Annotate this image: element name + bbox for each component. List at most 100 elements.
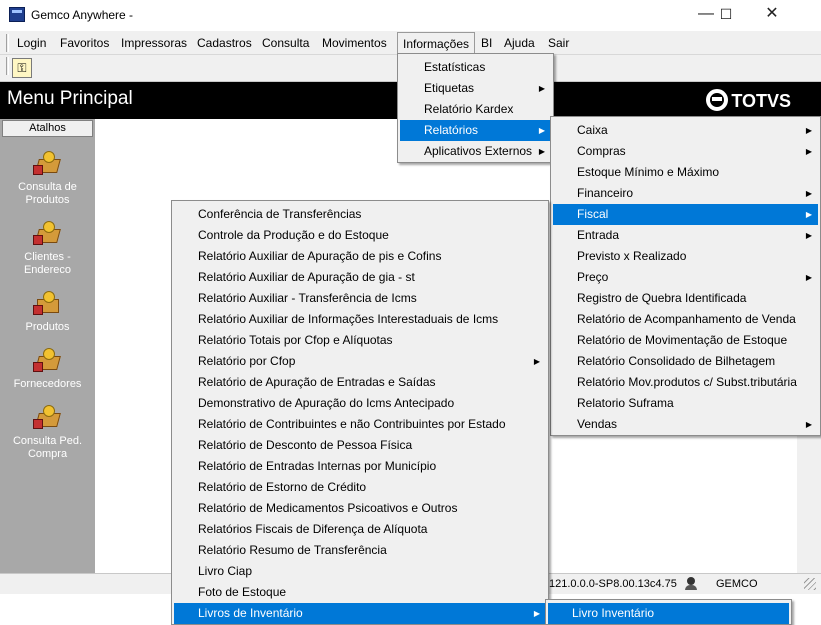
fiscal-menu-item[interactable]: Relatório de Apuração de Entradas e Saíd… — [174, 372, 546, 393]
relatorios-menu-item[interactable]: Fiscal ▶ — [553, 204, 818, 225]
fiscal-menu-item-label: Demonstrativo de Apuração do Icms Anteci… — [198, 396, 455, 410]
menu-sair[interactable]: Sair — [548, 36, 569, 50]
shortcut-consulta-ped-compra[interactable]: Consulta Ped. Compra — [0, 405, 95, 461]
fiscal-menu-item-label: Livro Ciap — [198, 564, 253, 578]
shortcut-fornecedores[interactable]: Fornecedores — [0, 348, 95, 391]
fiscal-menu-item-label: Controle da Produção e do Estoque — [198, 228, 389, 242]
shortcut-consulta-produtos[interactable]: Consulta de Produtos — [0, 151, 95, 207]
informacoes-menu-item[interactable]: Relatórios ▶ — [400, 120, 551, 141]
menu-ajuda[interactable]: Ajuda — [504, 36, 535, 50]
relatorios-menu-item[interactable]: Financeiro ▶ — [553, 183, 818, 204]
shortcut-label: Consulta Ped. Compra — [12, 435, 83, 460]
menu-impressoras[interactable]: Impressoras — [121, 36, 187, 50]
fiscal-menu-item[interactable]: Relatório Totais por Cfop e Alíquotas — [174, 330, 546, 351]
menu-bi[interactable]: BI — [481, 36, 492, 50]
fiscal-menu-item-label: Relatórios Fiscais de Diferença de Alíqu… — [198, 522, 428, 536]
relatorios-menu-item[interactable]: Relatório Mov.produtos c/ Subst.tributár… — [553, 372, 818, 393]
menu-informacoes-popup: Estatísticas Etiquetas ▶ Relatório Kardex Re… — [397, 53, 554, 163]
fiscal-menu-item[interactable]: Conferência de Transferências — [174, 204, 546, 225]
fiscal-menu-item[interactable]: Relatório de Desconto de Pessoa Física — [174, 435, 546, 456]
informacoes-menu-item[interactable]: Etiquetas ▶ — [400, 78, 551, 99]
relatorios-menu-item-label: Caixa — [577, 123, 608, 137]
shortcut-produtos[interactable]: Produtos — [0, 291, 95, 334]
informacoes-menu-item[interactable]: Aplicativos Externos ▶ — [400, 141, 551, 162]
submenu-arrow-icon: ▶ — [533, 609, 540, 618]
relatorios-menu-item-label: Vendas — [577, 417, 618, 431]
relatorios-menu-item[interactable]: Entrada ▶ — [553, 225, 818, 246]
fiscal-menu-item[interactable]: Relatório Auxiliar - Transferência de Ic… — [174, 288, 546, 309]
relatorios-menu-item[interactable]: Relatório de Movimentação de Estoque — [553, 330, 818, 351]
relatorios-menu-item[interactable]: Preço ▶ — [553, 267, 818, 288]
relatorios-menu-item[interactable]: Compras ▶ — [553, 141, 818, 162]
informacoes-menu-item-label: Aplicativos Externos — [424, 144, 533, 158]
fiscal-menu-item[interactable]: Relatório de Medicamentos Psicoativos e … — [174, 498, 546, 519]
fiscal-menu-item[interactable]: Relatório Auxiliar de Apuração de gia - … — [174, 267, 546, 288]
fiscal-menu-item[interactable]: Relatório Auxiliar de Informações Intere… — [174, 309, 546, 330]
key-icon[interactable]: ⚿ — [12, 58, 32, 78]
window-title: Gemco Anywhere - — [31, 8, 134, 22]
shortcut-label: Consulta de Produtos — [18, 181, 77, 206]
relatorios-menu-item[interactable]: Relatorio Suframa — [553, 393, 818, 414]
fiscal-menu-item[interactable]: Demonstrativo de Apuração do Icms Anteci… — [174, 393, 546, 414]
fiscal-menu-item[interactable]: Relatório Resumo de Transferência — [174, 540, 546, 561]
fiscal-menu-item-label: Relatório por Cfop — [198, 354, 296, 368]
relatorios-menu-item-label: Preço — [577, 270, 609, 284]
relatorios-menu-item[interactable]: Estoque Mínimo e Máximo — [553, 162, 818, 183]
menu-movimentos[interactable]: Movimentos — [322, 36, 387, 50]
livros-menu-item[interactable]: Livro Inventário — [548, 603, 789, 624]
submenu-arrow-icon: ▶ — [533, 357, 540, 366]
resize-grip[interactable] — [804, 578, 816, 590]
maximize-button[interactable]: ☐ — [703, 0, 749, 30]
menu-cadastros[interactable]: Cadastros — [197, 36, 252, 50]
fiscal-menu-item[interactable]: Controle da Produção e do Estoque — [174, 225, 546, 246]
menu-login[interactable]: Login — [17, 36, 46, 50]
menu-relatorios-popup: Caixa ▶ Compras ▶ Estoque Mínimo e Máximo Fin… — [550, 116, 821, 436]
shortcut-clientes-endereco[interactable]: Clientes - Endereco — [0, 221, 95, 277]
menu-favoritos[interactable]: Favoritos — [60, 36, 109, 50]
relatorios-menu-item[interactable]: Relatório Consolidado de Bilhetagem — [553, 351, 818, 372]
fiscal-menu-item-label: Relatório de Apuração de Entradas e Saíd… — [198, 375, 436, 389]
fiscal-menu-item[interactable]: Relatório de Contribuintes e não Contrib… — [174, 414, 546, 435]
menubar-grip — [6, 34, 9, 52]
relatorios-menu-item[interactable]: Caixa ▶ — [553, 120, 818, 141]
menu-fiscal-popup: Conferência de Transferências Controle da… — [171, 200, 549, 625]
relatorios-menu-item-label: Fiscal — [577, 207, 609, 221]
informacoes-menu-item-label: Etiquetas — [424, 81, 475, 95]
menu-bar: Login Favoritos Impressoras Cadastros Co… — [0, 30, 821, 56]
shortcuts-sidebar: Atalhos Consulta de Produtos Clientes - … — [0, 119, 95, 573]
fiscal-menu-item[interactable]: Relatório Auxiliar de Apuração de pis e … — [174, 246, 546, 267]
fiscal-menu-item[interactable]: Foto de Estoque — [174, 582, 546, 603]
fiscal-menu-item[interactable]: Relatório de Estorno de Crédito — [174, 477, 546, 498]
relatorios-menu-item[interactable]: Registro de Quebra Identificada — [553, 288, 818, 309]
relatorios-menu-item[interactable]: Vendas ▶ — [553, 414, 818, 435]
relatorios-menu-item-label: Relatório Mov.produtos c/ Subst.tributár… — [577, 375, 797, 389]
submenu-arrow-icon: ▶ — [538, 126, 545, 135]
relatorios-menu-item-label: Previsto x Realizado — [577, 249, 687, 263]
fiscal-menu-item[interactable]: Relatório de Entradas Internas por Munic… — [174, 456, 546, 477]
menu-consulta[interactable]: Consulta — [262, 36, 309, 50]
sidebar-heading[interactable]: Atalhos — [2, 120, 93, 137]
fiscal-menu-item-label: Relatório de Medicamentos Psicoativos e … — [198, 501, 458, 515]
fiscal-menu-item[interactable]: Livro Ciap — [174, 561, 546, 582]
informacoes-menu-item[interactable]: Estatísticas — [400, 57, 551, 78]
relatorios-menu-item[interactable]: Previsto x Realizado — [553, 246, 818, 267]
fiscal-menu-item[interactable]: Relatórios Fiscais de Diferença de Alíqu… — [174, 519, 546, 540]
close-button[interactable]: ✕ — [749, 0, 795, 30]
user-icon — [684, 577, 698, 591]
fiscal-menu-item[interactable]: Relatório por Cfop ▶ — [174, 351, 546, 372]
informacoes-menu-item[interactable]: Relatório Kardex — [400, 99, 551, 120]
menu-livros-popup: Livro Inventário — [545, 599, 792, 625]
submenu-arrow-icon: ▶ — [538, 84, 545, 93]
totvs-logo-icon — [706, 89, 729, 111]
shortcut-label: Clientes - Endereco — [23, 251, 72, 276]
app-icon — [9, 7, 25, 22]
clients-icon — [32, 221, 63, 247]
fiscal-menu-item-label: Livros de Inventário — [198, 606, 303, 620]
relatorios-menu-item[interactable]: Relatório de Acompanhamento de Venda — [553, 309, 818, 330]
fiscal-menu-item[interactable]: Livros de Inventário ▶ — [174, 603, 546, 624]
title-bar: Gemco Anywhere - — ☐ ✕ — [0, 0, 821, 30]
fiscal-menu-item-label: Relatório de Desconto de Pessoa Física — [198, 438, 413, 452]
submenu-arrow-icon: ▶ — [538, 147, 545, 156]
products-icon — [32, 151, 63, 177]
shortcut-label: Produtos — [25, 321, 70, 333]
